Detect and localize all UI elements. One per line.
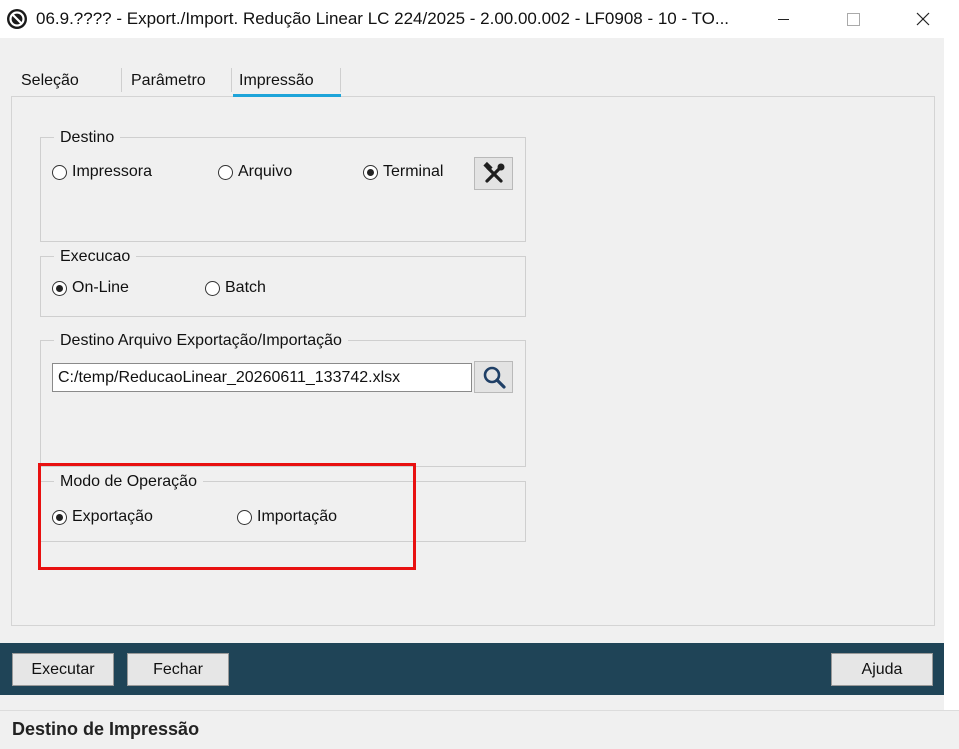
app-logo-icon [6,8,28,30]
execucao-legend: Execucao [54,248,137,266]
radio-label: Batch [225,279,266,296]
radio-label: Terminal [383,163,444,180]
close-button[interactable] [900,0,946,38]
active-tab-indicator [233,94,341,97]
radio-dot [367,168,374,176]
destino-arquivo-group [40,340,526,467]
radio-label: Impressora [72,163,153,180]
radio-impressora[interactable]: Impressora [52,163,152,181]
tab-selecao[interactable]: Seleção [21,72,79,90]
window-title: 06.9.???? - Export./Import. Redução Line… [36,9,730,28]
tab-parametro[interactable]: Parâmetro [131,72,206,90]
ajuda-button[interactable]: Ajuda [831,653,933,686]
radio-online[interactable]: On-Line [52,279,129,297]
radio-label: Arquivo [238,163,293,180]
file-path-input[interactable] [52,363,472,392]
radio-circle-selected[interactable] [363,164,378,180]
radio-circle[interactable] [218,164,233,180]
radio-dot [56,284,63,292]
tab-divider [340,68,341,92]
highlight-box [38,463,416,570]
window-edge [944,38,959,710]
radio-terminal[interactable]: Terminal [363,163,443,181]
destino-legend: Destino [54,129,121,147]
status-text: Destino de Impressão [12,719,200,739]
close-icon [916,12,930,26]
minimize-button[interactable] [760,0,806,38]
radio-circle[interactable] [205,280,220,296]
radio-circle[interactable] [52,164,67,180]
search-icon [483,366,506,389]
radio-label: On-Line [72,279,129,296]
destino-group [40,137,526,242]
maximize-button[interactable] [830,0,876,38]
radio-batch[interactable]: Batch [205,279,266,297]
destino-arquivo-legend: Destino Arquivo Exportação/Importação [54,332,348,350]
fechar-button[interactable]: Fechar [127,653,229,686]
minimize-icon [777,18,789,20]
radio-arquivo[interactable]: Arquivo [218,163,292,181]
tab-divider [121,68,122,92]
tab-divider [231,68,232,92]
tab-impressao[interactable]: Impressão [239,72,314,90]
executar-button[interactable]: Executar [12,653,114,686]
browse-file-button[interactable] [474,361,513,393]
maximize-icon [846,12,860,26]
tools-icon [482,161,504,183]
printer-settings-button[interactable] [474,157,513,190]
radio-circle-selected[interactable] [52,280,67,296]
